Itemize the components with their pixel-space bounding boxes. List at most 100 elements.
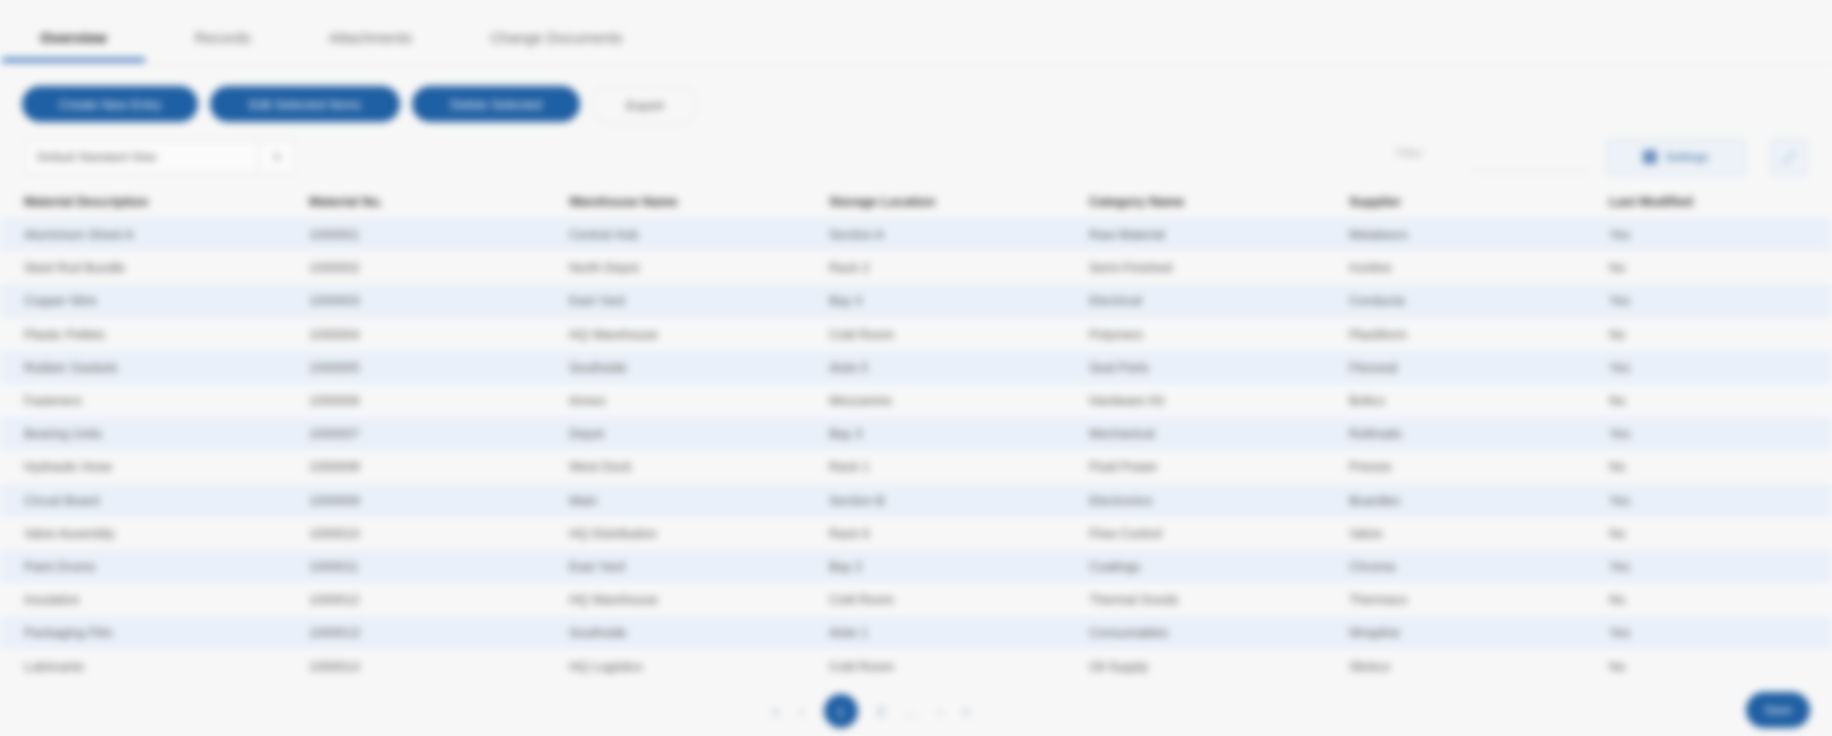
- table-header: Material Description Material No. Warehous…: [0, 184, 1832, 218]
- table-cell: 1000005: [309, 359, 360, 375]
- tab-records[interactable]: Records: [195, 22, 251, 62]
- table-cell: Hydraulic Hose: [24, 459, 113, 475]
- table-cell: No: [1609, 525, 1626, 541]
- column-header[interactable]: Material No.: [285, 194, 545, 209]
- table-cell: 1000002: [309, 260, 360, 276]
- table-cell: Raw Material: [1089, 227, 1165, 243]
- page-current[interactable]: 1: [823, 694, 858, 728]
- column-header[interactable]: Category Name: [1065, 194, 1325, 209]
- next-page-icon[interactable]: ›: [938, 704, 942, 719]
- table-cell: 1000003: [309, 293, 360, 309]
- settings-button[interactable]: Settings: [1606, 138, 1746, 176]
- filter-input[interactable]: [1470, 138, 1590, 171]
- table-cell: Conducta: [1349, 293, 1405, 309]
- table-cell: Thermaco: [1349, 592, 1408, 608]
- table-cell: Yes: [1609, 558, 1631, 574]
- table-row[interactable]: Plastic Pellets 1000004 HQ Warehouse Cold R…: [0, 318, 1832, 351]
- table-cell: No: [1609, 658, 1626, 674]
- table-cell: Rack 2: [829, 260, 870, 276]
- table-cell: Lubricants: [24, 658, 84, 674]
- save-button[interactable]: Save: [1746, 692, 1810, 728]
- column-header[interactable]: Last Modified: [1585, 194, 1832, 209]
- table-cell: 1000009: [309, 492, 360, 508]
- edit-selected-button[interactable]: Edit Selected Items: [210, 86, 400, 122]
- table-cell: Electrical: [1089, 293, 1142, 309]
- table-body: Aluminium Sheet A 1000001 Central Hub Secti…: [0, 218, 1832, 683]
- table-cell: 1000004: [309, 326, 360, 342]
- column-header[interactable]: Supplier: [1325, 194, 1585, 209]
- table-row[interactable]: Valve Assembly 1000010 HQ Distribution Rack…: [0, 517, 1832, 550]
- tab-overview[interactable]: Overview: [2, 22, 145, 62]
- table-cell: Aisle 1: [829, 625, 869, 641]
- table-cell: Plastic Pellets: [24, 326, 105, 342]
- first-page-icon[interactable]: «: [772, 704, 779, 719]
- table-row[interactable]: Paint Drums 1000011 East Yard Bay 2 Coatings…: [0, 549, 1832, 584]
- table-cell: Paint Drums: [24, 558, 96, 574]
- fullscreen-icon[interactable]: ⤢: [1770, 138, 1808, 176]
- column-header[interactable]: Material Description: [0, 194, 285, 209]
- table-cell: Thermal Goods: [1089, 592, 1179, 608]
- table-cell: Yes: [1609, 492, 1631, 508]
- export-button[interactable]: Export: [592, 86, 698, 124]
- table-cell: Section B: [829, 492, 885, 508]
- table-cell: No: [1609, 326, 1626, 342]
- table-cell: East Yard: [569, 293, 625, 309]
- table-cell: Valve Assembly: [24, 525, 115, 541]
- table-cell: Rack 6: [829, 525, 870, 541]
- table-row[interactable]: Fasteners 1000006 Annex Mezzanine Hardware K…: [0, 384, 1832, 417]
- tab-change-documents[interactable]: Change Documents: [490, 22, 623, 62]
- table-row[interactable]: Packaging Film 1000013 Southside Aisle 1 Con…: [0, 616, 1832, 650]
- table-row[interactable]: Bearing Units 1000007 Depot Bay 3 Mechanical…: [0, 417, 1832, 451]
- table-cell: Rollmatic: [1349, 426, 1403, 442]
- table-cell: Ironline: [1349, 260, 1392, 276]
- table-cell: 1000014: [309, 658, 360, 674]
- tab-attachments[interactable]: Attachments: [329, 22, 412, 62]
- table-row[interactable]: Insulation 1000012 HQ Warehouse Cold Room Th…: [0, 583, 1832, 616]
- tab-bar: Overview Records Attachments Change Docu…: [2, 22, 701, 62]
- table-cell: Cold Room: [829, 658, 895, 674]
- table-cell: Bay 2: [829, 558, 863, 574]
- table-cell: Bay 3: [829, 426, 863, 442]
- table-row[interactable]: Steel Rod Bundle 1000002 North Depot Rack 2…: [0, 251, 1832, 284]
- delete-selected-button[interactable]: Delete Selected: [412, 86, 580, 122]
- table-row[interactable]: Lubricants 1000014 HQ Logistics Cold Room Oi…: [0, 649, 1832, 682]
- table-cell: Depot: [569, 426, 604, 442]
- table-row[interactable]: Rubber Gaskets 1000005 Southside Aisle 5 Sea…: [0, 350, 1832, 384]
- settings-button-label: Settings: [1665, 150, 1709, 164]
- table-cell: Mezzanine: [829, 393, 892, 409]
- table-cell: Bay 4: [829, 293, 863, 309]
- table-row[interactable]: Aluminium Sheet A 1000001 Central Hub Secti…: [0, 218, 1832, 252]
- table-row[interactable]: Hydraulic Hose 1000008 West Dock Rack 1 Flui…: [0, 450, 1832, 483]
- table-cell: Yes: [1609, 359, 1631, 375]
- prev-page-icon[interactable]: ‹: [799, 704, 803, 719]
- table-cell: No: [1609, 592, 1626, 608]
- column-header[interactable]: Warehouse Name: [545, 194, 805, 209]
- table-cell: 1000013: [309, 625, 360, 641]
- table-cell: Coatings: [1089, 558, 1141, 574]
- view-dropdown-label: Default Standard View: [37, 150, 157, 164]
- table-cell: Insulation: [24, 592, 80, 608]
- create-entry-button[interactable]: Create New Entry: [22, 86, 198, 122]
- table-cell: 1000011: [309, 558, 359, 574]
- table-cell: Slickco: [1349, 658, 1391, 674]
- table-cell: Cold Room: [829, 326, 895, 342]
- table-cell: No: [1609, 260, 1626, 276]
- table-cell: Fasteners: [24, 393, 82, 409]
- table-cell: Oil Supply: [1089, 658, 1149, 674]
- table-row[interactable]: Circuit Board 1000009 Main Section B Electro…: [0, 483, 1832, 517]
- table-cell: HQ Logistics: [569, 658, 643, 674]
- page-ellipsis: …: [904, 703, 918, 719]
- table-cell: Cold Room: [829, 592, 895, 608]
- last-page-icon[interactable]: »: [962, 704, 969, 719]
- table-cell: Yes: [1609, 227, 1631, 243]
- table-cell: Chroma: [1349, 558, 1396, 574]
- table-cell: West Dock: [569, 459, 632, 475]
- table-cell: Boltco: [1349, 393, 1386, 409]
- table-cell: Bearing Units: [24, 426, 103, 442]
- column-header[interactable]: Storage Location: [805, 194, 1065, 209]
- table-cell: North Depot: [569, 260, 640, 276]
- table-row[interactable]: Copper Wire 1000003 East Yard Bay 4 Electric…: [0, 284, 1832, 318]
- view-dropdown[interactable]: Default Standard View ▾: [24, 140, 296, 174]
- table-cell: Yes: [1609, 625, 1631, 641]
- page-2[interactable]: 2: [878, 704, 885, 719]
